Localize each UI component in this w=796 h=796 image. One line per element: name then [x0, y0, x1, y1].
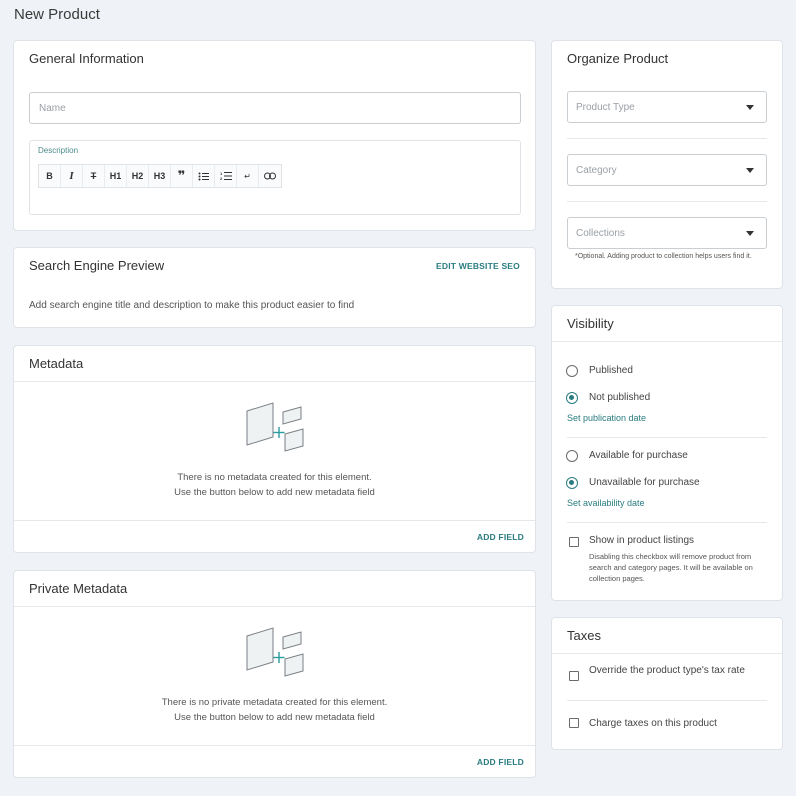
- private-metadata-title: Private Metadata: [29, 581, 128, 596]
- description-editor[interactable]: Description B I T H1 H2 H3 ❞ 12 ↵: [29, 140, 521, 215]
- taxes-title: Taxes: [567, 628, 601, 643]
- metadata-title: Metadata: [29, 356, 84, 371]
- product-type-select[interactable]: Product Type: [567, 91, 767, 123]
- page-title: New Product: [14, 6, 100, 23]
- italic-button[interactable]: I: [61, 165, 83, 187]
- private-metadata-empty-line1: There is no private metadata created for…: [161, 697, 388, 708]
- h2-button[interactable]: H2: [127, 165, 149, 187]
- unavailable-label: Unavailable for purchase: [589, 477, 700, 488]
- h1-button[interactable]: H1: [105, 165, 127, 187]
- set-publication-date-link[interactable]: Set publication date: [567, 413, 646, 423]
- product-type-placeholder: Product Type: [576, 102, 635, 113]
- private-metadata-empty-line2: Use the button below to add new metadata…: [174, 712, 375, 723]
- collections-hint: *Optional. Adding product to collection …: [575, 253, 752, 260]
- private-metadata-divider-bottom: [14, 745, 535, 746]
- available-radio[interactable]: [566, 450, 578, 462]
- chevron-down-icon: [746, 168, 754, 173]
- set-availability-date-link[interactable]: Set availability date: [567, 498, 645, 508]
- bold-button[interactable]: B: [39, 165, 61, 187]
- bullet-list-button[interactable]: [193, 165, 215, 187]
- empty-private-metadata-icon: [246, 627, 304, 677]
- metadata-divider-bottom: [14, 520, 535, 521]
- organize-product-card: Organize Product Product Type Category C…: [551, 40, 783, 289]
- visibility-divider-top: [552, 341, 782, 342]
- private-metadata-card: Private Metadata There is no private met…: [13, 570, 536, 778]
- h3-button[interactable]: H3: [149, 165, 171, 187]
- name-placeholder: Name: [39, 103, 66, 114]
- rich-text-toolbar: B I T H1 H2 H3 ❞ 12 ↵: [38, 164, 282, 188]
- metadata-empty-line2: Use the button below to add new metadata…: [174, 487, 375, 498]
- general-information-card: General Information Name Description B I…: [13, 40, 536, 231]
- metadata-add-field-button[interactable]: ADD FIELD: [477, 532, 524, 542]
- metadata-empty-line1: There is no metadata created for this el…: [177, 472, 372, 483]
- line-break-button[interactable]: ↵: [237, 165, 259, 187]
- general-information-title: General Information: [29, 51, 144, 66]
- link-icon: [264, 172, 276, 180]
- chevron-down-icon: [746, 105, 754, 110]
- not-published-label: Not published: [589, 392, 651, 403]
- show-in-listings-label: Show in product listings: [589, 535, 695, 546]
- metadata-divider-top: [14, 381, 535, 382]
- visibility-divider-1: [567, 437, 767, 438]
- bullet-list-icon: [198, 172, 209, 180]
- override-tax-checkbox[interactable]: [569, 671, 579, 681]
- visibility-title: Visibility: [567, 316, 614, 331]
- private-metadata-add-field-button[interactable]: ADD FIELD: [477, 757, 524, 767]
- published-label: Published: [589, 365, 633, 376]
- collections-placeholder: Collections: [576, 228, 625, 239]
- numbered-list-icon: 12: [220, 171, 232, 181]
- empty-metadata-icon: [246, 402, 304, 452]
- metadata-card: Metadata There is no metadata created fo…: [13, 345, 536, 553]
- organize-product-title: Organize Product: [567, 51, 669, 66]
- name-input[interactable]: Name: [29, 92, 521, 124]
- svg-text:2: 2: [220, 176, 223, 181]
- show-in-listings-checkbox[interactable]: [569, 537, 579, 547]
- collections-select[interactable]: Collections: [567, 217, 767, 249]
- category-select[interactable]: Category: [567, 154, 767, 186]
- taxes-divider-1: [567, 700, 767, 701]
- taxes-card: Taxes Override the product type's tax ra…: [551, 617, 783, 750]
- organize-divider-1: [567, 138, 767, 139]
- quote-button[interactable]: ❞: [171, 165, 193, 187]
- charge-taxes-checkbox[interactable]: [569, 718, 579, 728]
- description-label: Description: [38, 146, 79, 155]
- override-tax-label: Override the product type's tax rate: [589, 665, 745, 676]
- visibility-card: Visibility Published Not published Set p…: [551, 305, 783, 601]
- published-radio[interactable]: [566, 365, 578, 377]
- seo-title: Search Engine Preview: [29, 258, 165, 273]
- numbered-list-button[interactable]: 12: [215, 165, 237, 187]
- private-metadata-divider-top: [14, 606, 535, 607]
- organize-divider-2: [567, 201, 767, 202]
- visibility-divider-2: [567, 522, 767, 523]
- edit-seo-button[interactable]: EDIT WEBSITE SEO: [436, 261, 520, 271]
- unavailable-radio[interactable]: [566, 477, 578, 489]
- category-placeholder: Category: [576, 165, 617, 176]
- seo-card: Search Engine Preview EDIT WEBSITE SEO A…: [13, 247, 536, 328]
- strikethrough-button[interactable]: T: [83, 165, 105, 187]
- not-published-radio[interactable]: [566, 392, 578, 404]
- available-label: Available for purchase: [589, 450, 688, 461]
- charge-taxes-label: Charge taxes on this product: [589, 718, 717, 729]
- show-in-listings-hint: Disabling this checkbox will remove prod…: [589, 552, 753, 583]
- taxes-divider-top: [552, 653, 782, 654]
- seo-description: Add search engine title and description …: [29, 300, 355, 311]
- link-button[interactable]: [259, 165, 281, 187]
- chevron-down-icon: [746, 231, 754, 236]
